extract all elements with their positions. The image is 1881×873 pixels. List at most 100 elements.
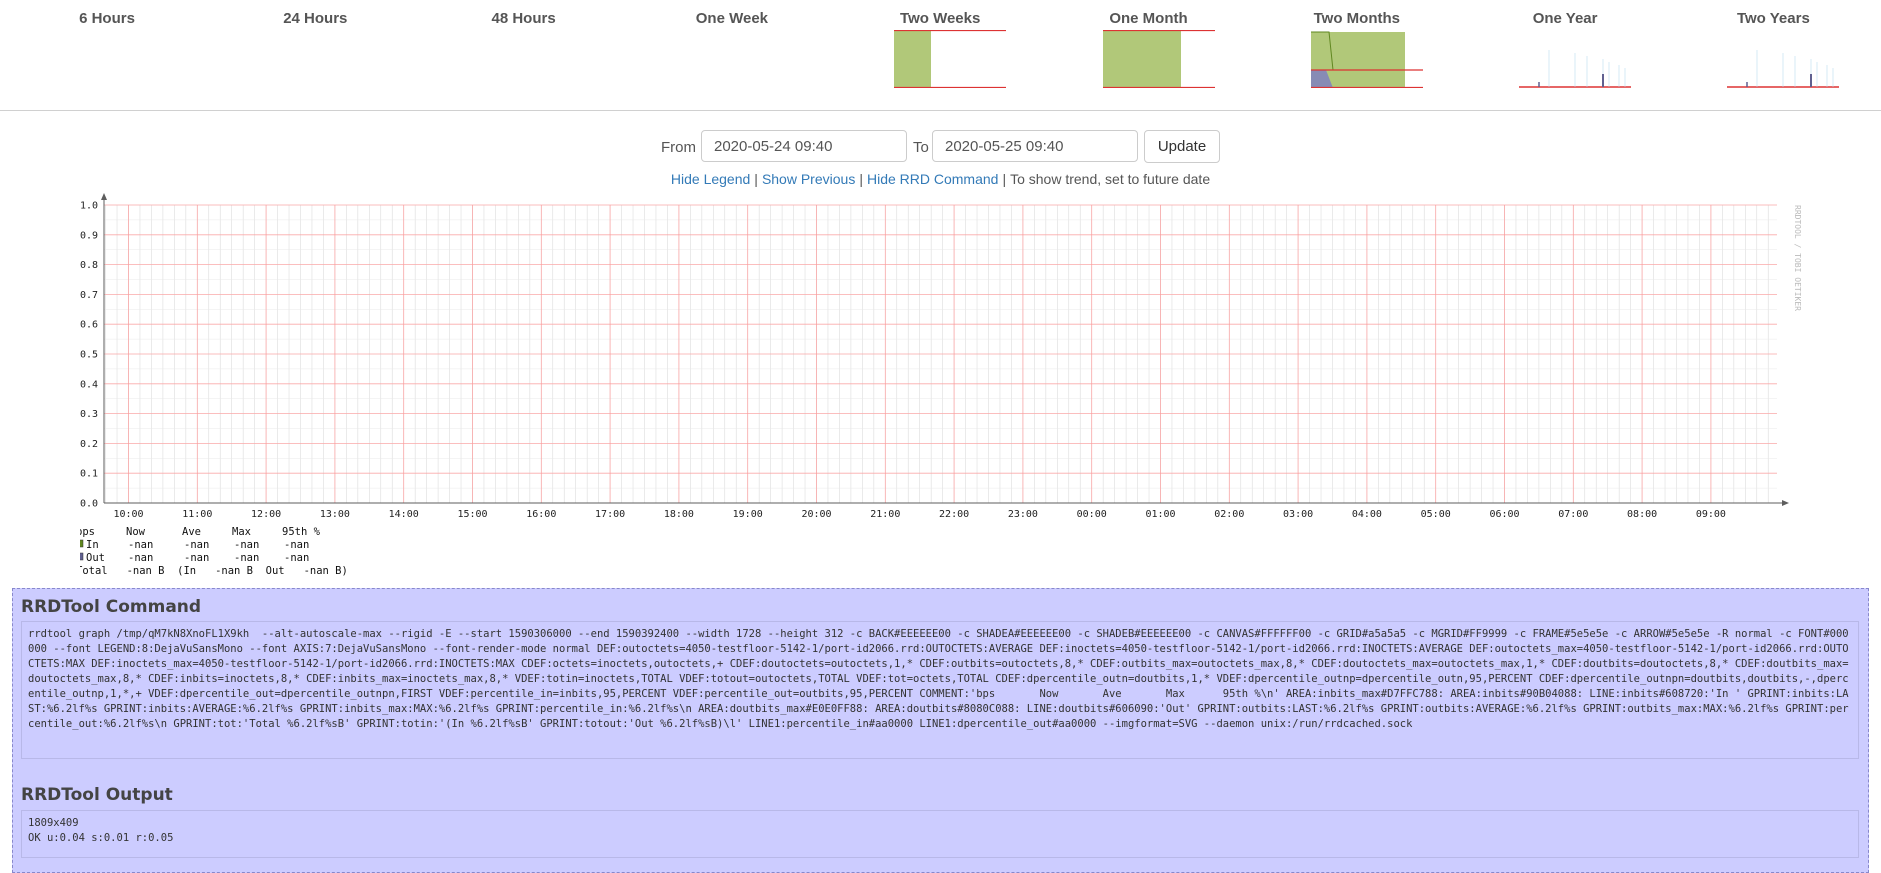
period-strip: 6 Hours 24 Hours 48 Hours One Week Two Weeks… (0, 0, 1881, 111)
from-date-input[interactable] (701, 130, 907, 162)
x-tick-label: 02:00 (1214, 509, 1244, 520)
hide-rrd-command-link[interactable]: Hide RRD Command (867, 171, 998, 187)
period-3[interactable]: One Week (642, 10, 822, 27)
period-1[interactable]: 24 Hours (225, 10, 405, 27)
period-label[interactable]: 48 Hours (434, 10, 614, 27)
period-thumbnail[interactable] (1519, 30, 1632, 88)
x-tick-label: 11:00 (182, 509, 212, 520)
legend-header: Ave (182, 526, 201, 538)
hide-legend-link[interactable]: Hide Legend (671, 171, 750, 187)
legend-value: -nan (184, 552, 209, 564)
from-label: From (661, 139, 696, 156)
separator: | (1002, 171, 1007, 187)
period-label[interactable]: One Month (1059, 10, 1239, 27)
graph-options-links: Hide Legend | Show Previous | Hide RRD Comma… (0, 171, 1881, 187)
x-tick-label: 09:00 (1696, 509, 1726, 520)
thumbnail-svg (1310, 31, 1423, 88)
trend-note: To show trend, set to future date (1010, 171, 1211, 187)
legend-value: -nan (284, 539, 309, 551)
y-tick-label: 0.9 (80, 230, 98, 241)
y-tick-label: 0.7 (80, 290, 98, 301)
period-label[interactable]: 24 Hours (225, 10, 405, 27)
x-tick-label: 07:00 (1558, 509, 1588, 520)
legend-series-name: Out (86, 552, 105, 564)
rrd-panel: RRDTool Command rrdtool graph /tmp/qM7kN… (12, 588, 1869, 873)
y-tick-label: 0.0 (80, 499, 98, 510)
x-tick-label: 14:00 (389, 509, 419, 520)
period-label[interactable]: One Week (642, 10, 822, 27)
thumbnail-svg (1102, 30, 1215, 88)
legend-value: -nan (184, 539, 209, 551)
period-thumbnail[interactable] (894, 30, 1007, 88)
rrd-output-title: RRDTool Output (21, 785, 173, 805)
period-label[interactable]: Two Weeks (850, 10, 1030, 27)
x-tick-label: 00:00 (1077, 509, 1107, 520)
x-tick-label: 01:00 (1145, 509, 1175, 520)
x-tick-label: 18:00 (664, 509, 694, 520)
legend-total: Total -nan B (In -nan B Out -nan B) (80, 565, 348, 577)
x-tick-label: 21:00 (870, 509, 900, 520)
x-tick-label: 16:00 (526, 509, 556, 520)
x-tick-label: 10:00 (113, 509, 143, 520)
x-axis-arrow (1782, 500, 1789, 506)
period-thumbnail[interactable] (1727, 30, 1840, 88)
x-tick-label: 23:00 (1008, 509, 1038, 520)
x-tick-label: 15:00 (457, 509, 487, 520)
period-label[interactable]: Two Months (1267, 10, 1447, 27)
period-7[interactable]: One Year (1475, 10, 1655, 88)
x-tick-label: 06:00 (1489, 509, 1519, 520)
y-tick-label: 0.6 (80, 320, 98, 331)
period-5[interactable]: One Month (1059, 10, 1239, 88)
period-label[interactable]: 6 Hours (17, 10, 197, 27)
y-tick-label: 1.0 (80, 201, 98, 212)
thumbnail-svg (1727, 50, 1840, 88)
y-tick-label: 0.8 (80, 260, 98, 271)
period-4[interactable]: Two Weeks (850, 10, 1030, 88)
y-tick-label: 0.1 (80, 469, 98, 480)
thumbnail-svg (894, 30, 1007, 88)
period-8[interactable]: Two Years (1683, 10, 1863, 88)
y-tick-label: 0.4 (80, 379, 98, 390)
legend-swatch-in (80, 539, 84, 548)
period-2[interactable]: 48 Hours (434, 10, 614, 27)
period-0[interactable]: 6 Hours (17, 10, 197, 27)
legend-series-name: In (86, 539, 99, 551)
x-tick-label: 08:00 (1627, 509, 1657, 520)
rrd-command-title: RRDTool Command (21, 597, 202, 617)
update-button[interactable]: Update (1144, 130, 1220, 163)
legend-value: -nan (234, 539, 259, 551)
legend-value: -nan (234, 552, 259, 564)
y-tick-label: 0.3 (80, 409, 98, 420)
legend-header: bps (80, 526, 95, 538)
x-tick-label: 03:00 (1283, 509, 1313, 520)
separator: | (859, 171, 863, 187)
x-tick-label: 17:00 (595, 509, 625, 520)
period-thumbnail[interactable] (1310, 30, 1423, 88)
traffic-graph-svg: 10:00 11:00 12:00 13:00 14:00 15:00 16:00 17:00… (80, 193, 1802, 577)
rrd-command-text: rrdtool graph /tmp/qM7kN8XnoFL1X9kh --al… (21, 621, 1859, 759)
show-previous-link[interactable]: Show Previous (762, 171, 855, 187)
y-axis-arrow (101, 193, 107, 200)
y-tick-label: 0.5 (80, 350, 98, 361)
legend-value: -nan (284, 552, 309, 564)
x-tick-label: 19:00 (733, 509, 763, 520)
separator: | (754, 171, 758, 187)
x-tick-label: 05:00 (1421, 509, 1451, 520)
to-date-input[interactable] (932, 130, 1138, 162)
x-tick-label: 13:00 (320, 509, 350, 520)
period-label[interactable]: One Year (1475, 10, 1655, 27)
period-label[interactable]: Two Years (1683, 10, 1863, 27)
date-range-form: From To Update (0, 130, 1881, 166)
rrdtool-watermark: RRDTOOL / TOBI OETIKER (1793, 205, 1802, 311)
x-tick-label: 12:00 (251, 509, 281, 520)
legend-value: -nan (128, 539, 153, 551)
legend-swatch-out (80, 552, 84, 561)
traffic-graph: 10:00 11:00 12:00 13:00 14:00 15:00 16:00 17:00… (80, 190, 1810, 580)
to-label: To (913, 139, 929, 156)
rrd-output-text: 1809x409 OK u:0.04 s:0.01 r:0.05 (21, 810, 1859, 858)
period-thumbnail[interactable] (1102, 30, 1215, 88)
legend-header: Max (232, 526, 251, 538)
x-tick-label: 22:00 (939, 509, 969, 520)
period-6[interactable]: Two Months (1267, 10, 1447, 88)
legend-header: 95th % (282, 526, 321, 538)
